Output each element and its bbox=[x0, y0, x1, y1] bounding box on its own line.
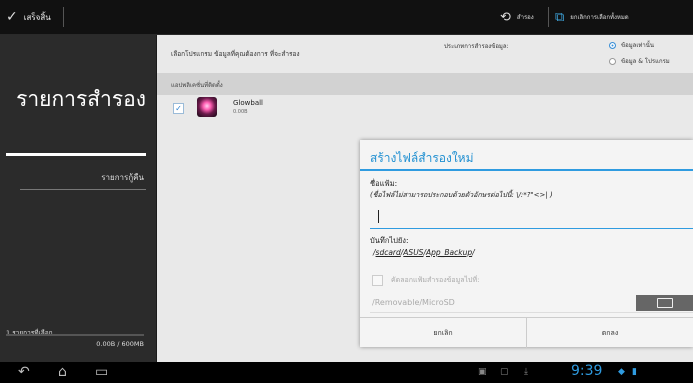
browse-folder-button[interactable] bbox=[636, 295, 693, 311]
app-size: 0.00B bbox=[233, 109, 248, 115]
installed-apps-header: แอปพลิเคชั่นที่ติดตั้ง bbox=[157, 73, 693, 95]
screenshot-icon: ▢ bbox=[500, 367, 509, 377]
backup-type-label: ประเภทการสำรองข้อมูล: bbox=[444, 43, 509, 50]
storage-size: 0.00B / 600MB bbox=[96, 340, 144, 348]
cancel-button[interactable]: ยกเลิก bbox=[360, 318, 527, 348]
unselect-icon: ⧉ bbox=[555, 9, 565, 25]
done-label: เสร็จสิ้น bbox=[23, 12, 51, 22]
app-checkbox[interactable]: ✓ bbox=[173, 103, 184, 114]
divider bbox=[20, 189, 146, 190]
battery-icon: ▮ bbox=[632, 367, 637, 377]
ok-button[interactable]: ตกลง bbox=[527, 318, 693, 348]
radio-label: ข้อมูล & โปรแกรม bbox=[621, 58, 670, 65]
back-icon[interactable]: ↶ bbox=[18, 364, 30, 380]
path-segment: sdcard bbox=[375, 248, 401, 257]
installed-apps-label: แอปพลิเคชั่นที่ติดตั้ง bbox=[171, 82, 223, 89]
divider bbox=[548, 7, 549, 27]
action-bar: ✓ เสร็จสิ้น ⟲ สำรอง ⧉ ยกเลิกการเลือกทั้ง… bbox=[0, 0, 693, 35]
selected-indicator bbox=[6, 153, 146, 156]
glowball-app-icon bbox=[197, 97, 217, 117]
save-path: /sdcard/ASUS/App_Backup/ bbox=[373, 248, 475, 257]
clock: 9:39 bbox=[571, 363, 603, 379]
backup-label: สำรอง bbox=[516, 14, 534, 21]
download-icon: ⤓ bbox=[524, 367, 528, 377]
file-name-input[interactable] bbox=[370, 204, 693, 229]
divider bbox=[63, 7, 64, 27]
copy-to-checkbox[interactable]: คัดลอกแฟ้มสำรองข้อมูลไปที่: bbox=[372, 275, 479, 286]
navigation-bar: ↶ ⌂ ▭ ▣ ▢ ⤓ 9:39 ◆ ▮ bbox=[0, 362, 693, 383]
wifi-icon: ◆ bbox=[618, 367, 625, 377]
text-cursor bbox=[378, 210, 379, 223]
copy-path-field[interactable]: /Removable/MicroSD bbox=[372, 298, 632, 307]
dialog-title: สร้างไฟล์สำรองใหม่ bbox=[370, 151, 474, 165]
radio-selected-icon bbox=[609, 41, 616, 49]
restore-list-item[interactable]: รายการกู้คืน bbox=[6, 171, 144, 184]
home-icon[interactable]: ⌂ bbox=[58, 364, 67, 380]
folder-icon bbox=[656, 298, 673, 308]
storage-progress-bar bbox=[6, 334, 144, 336]
selected-count: 1 รายการที่เลือก bbox=[6, 329, 53, 337]
checkmark-icon: ✓ bbox=[6, 9, 18, 25]
file-name-hint: (ชื่อไฟล์ไม่สามารถประกอบด้วยตัวอักษรต่อไ… bbox=[370, 191, 553, 199]
file-name-label: ชื่อแฟ้ม: bbox=[370, 179, 398, 188]
unselect-all-label: ยกเลิกการเลือกทั้งหมด bbox=[570, 14, 629, 21]
unselect-all-button[interactable]: ⧉ ยกเลิกการเลือกทั้งหมด bbox=[555, 0, 629, 34]
backup-icon: ⟲ bbox=[500, 9, 511, 25]
recent-apps-icon[interactable]: ▭ bbox=[95, 364, 108, 380]
done-button[interactable]: ✓ เสร็จสิ้น bbox=[6, 0, 51, 34]
copy-to-label: คัดลอกแฟ้มสำรองข้อมูลไปที่: bbox=[391, 276, 480, 284]
app-name: Glowball bbox=[233, 99, 263, 107]
dialog-title-divider bbox=[360, 169, 693, 171]
path-segment: ASUS bbox=[403, 248, 424, 257]
app-list-item[interactable]: ✓ Glowball 0.00B bbox=[157, 97, 693, 121]
instruction-text: เลือกโปรแกรม ข้อมูลที่คุณต้องการ ที่จะสำ… bbox=[171, 50, 300, 58]
path-segment: App_Backup bbox=[425, 248, 473, 257]
radio-data-only[interactable]: ข้อมูลเท่านั้น bbox=[609, 40, 654, 50]
checkbox-icon bbox=[372, 275, 383, 286]
left-panel: รายการสำรอง รายการกู้คืน 1 รายการที่เลือ… bbox=[0, 35, 156, 362]
radio-unselected-icon bbox=[609, 57, 616, 65]
copy-path-underline bbox=[370, 312, 693, 313]
backup-list-title[interactable]: รายการสำรอง bbox=[8, 85, 146, 113]
create-backup-dialog: สร้างไฟล์สำรองใหม่ ชื่อแฟ้ม: (ชื่อไฟล์ไม… bbox=[360, 140, 693, 348]
keyboard-icon: ▣ bbox=[478, 367, 487, 377]
save-to-label: บันทึกไปยัง: bbox=[370, 236, 409, 245]
radio-data-and-app[interactable]: ข้อมูล & โปรแกรม bbox=[609, 56, 670, 66]
backup-button[interactable]: ⟲ สำรอง bbox=[500, 0, 534, 34]
dialog-buttons: ยกเลิก ตกลง bbox=[360, 317, 693, 348]
radio-label: ข้อมูลเท่านั้น bbox=[621, 42, 654, 49]
